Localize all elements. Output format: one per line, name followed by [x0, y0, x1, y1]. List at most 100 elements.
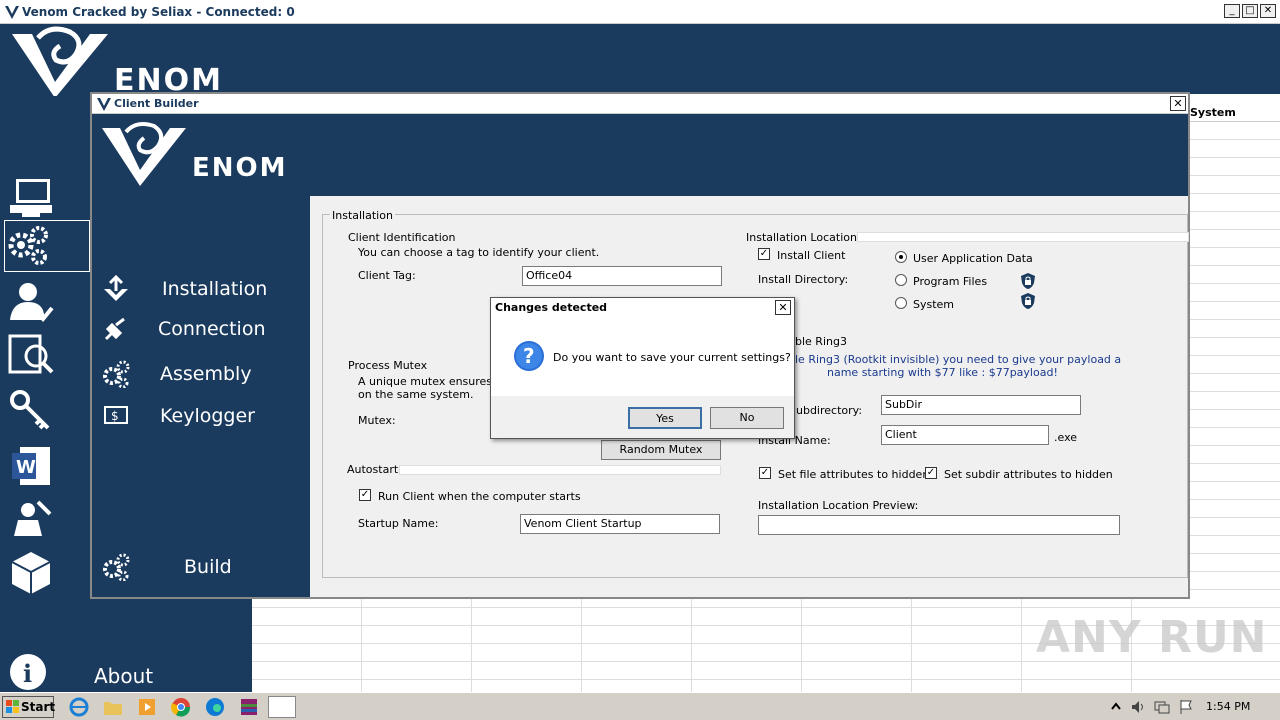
subdirectory-label: ubdirectory: [796, 404, 863, 417]
process-mutex-hint-2: on the same system. [358, 388, 474, 401]
autostart-heading: Autostart [347, 463, 399, 476]
dialog-title: Changes detected [491, 298, 794, 318]
nav-assembly[interactable]: Assembly [102, 359, 252, 389]
install-icon [104, 275, 128, 301]
client-tag-input[interactable]: Office04 [522, 266, 722, 286]
client-builder-nav [92, 196, 310, 597]
hide-file-checkbox[interactable]: ✓ [759, 467, 771, 479]
process-mutex-heading: Process Mutex [348, 359, 428, 372]
edge-icon[interactable] [204, 697, 226, 717]
gears-icon [103, 360, 130, 388]
installation-group-legend: Installation [330, 209, 395, 222]
internet-explorer-icon[interactable] [68, 697, 90, 717]
client-identification-heading: Client Identification [348, 231, 456, 244]
changes-detected-dialog: Changes detected ✕ ? Do you want to save… [490, 297, 795, 439]
close-button[interactable]: ✕ [1260, 4, 1276, 18]
word-document-icon[interactable]: W [8, 443, 54, 489]
dialog-no-button[interactable]: No [710, 407, 784, 429]
builder-nav-active[interactable] [4, 220, 90, 272]
nav-connection[interactable]: Connection [102, 314, 266, 344]
location-preview-field[interactable] [758, 515, 1120, 535]
installation-location-heading: Installation Location [746, 231, 857, 244]
keys-icon[interactable] [8, 388, 54, 434]
minimize-button[interactable]: _ [1224, 4, 1240, 18]
install-directory-label: Install Directory: [758, 273, 849, 286]
ring3-heading: ble Ring3 [795, 335, 847, 348]
subdirectory-input[interactable]: SubDir [881, 395, 1081, 415]
anyrun-watermark: ANY RUN [1036, 612, 1268, 663]
about-link[interactable]: About [94, 664, 153, 688]
maximize-button[interactable]: □ [1242, 4, 1258, 18]
client-builder-title: Client Builder [114, 97, 199, 110]
column-header-system[interactable]: System [1186, 104, 1280, 122]
venom-logo: ENOM [12, 26, 221, 96]
window-controls: _ □ ✕ [1224, 4, 1276, 18]
run-on-start-checkbox[interactable]: ✓ [359, 489, 371, 501]
windows-flag-icon [6, 700, 19, 713]
tray-expand-icon[interactable] [1110, 701, 1122, 713]
computer-icon[interactable] [8, 175, 54, 221]
start-button[interactable]: Start [2, 696, 56, 718]
shield-lock-icon [1021, 273, 1035, 289]
install-name-input[interactable]: Client [881, 425, 1049, 445]
client-identification-hint: You can choose a tag to identify your cl… [358, 246, 600, 259]
client-builder-titlebar: Client Builder ✕ [92, 94, 1188, 114]
media-player-icon[interactable] [136, 697, 158, 717]
radio-program-files-label: Program Files [913, 275, 988, 288]
plug-icon [104, 317, 125, 341]
radio-user-app-data[interactable] [895, 251, 907, 263]
client-tag-label: Client Tag: [358, 269, 416, 282]
nav-installation[interactable]: Installation [102, 274, 267, 304]
network-icon[interactable] [1154, 699, 1170, 715]
system-tray [1110, 695, 1280, 719]
hide-file-label: Set file attributes to hidden [778, 468, 930, 481]
volume-icon[interactable] [1130, 699, 1146, 715]
package-icon[interactable] [8, 548, 54, 594]
dialog-body: ? Do you want to save your current setti… [491, 318, 794, 396]
nav-keylogger[interactable]: $ Keylogger [102, 401, 255, 431]
chrome-icon[interactable] [170, 697, 192, 717]
radio-program-files[interactable] [895, 274, 907, 286]
run-on-start-label: Run Client when the computer starts [378, 490, 581, 503]
install-client-label: Install Client [777, 249, 846, 262]
install-client-checkbox[interactable]: ✓ [758, 248, 770, 260]
folder-icon[interactable] [102, 697, 124, 717]
svg-text:W: W [16, 457, 36, 478]
brand-text: ENOM [192, 153, 288, 183]
installation-location-divider [857, 232, 1189, 242]
client-builder-close-button[interactable]: ✕ [1170, 96, 1186, 111]
process-mutex-hint-1: A unique mutex ensures t [358, 375, 500, 388]
svg-text:?: ? [523, 344, 535, 368]
id-search-icon[interactable] [8, 332, 54, 378]
winrar-icon[interactable] [238, 697, 260, 717]
nav-build[interactable]: Build [102, 552, 232, 582]
gears-icon [103, 553, 130, 581]
radio-system[interactable] [895, 297, 907, 309]
location-preview-label: Installation Location Preview: [758, 499, 919, 512]
hide-subdir-checkbox[interactable]: ✓ [925, 467, 937, 479]
nav-assembly-label: Assembly [160, 363, 252, 385]
hide-subdir-label: Set subdir attributes to hidden [944, 468, 1113, 481]
nav-keylogger-label: Keylogger [160, 405, 255, 427]
taskbar-clock[interactable]: 1:54 PM [1206, 700, 1250, 713]
venom-logo: ENOM [102, 122, 288, 186]
svg-text:i: i [23, 659, 32, 688]
main-titlebar: Venom Cracked by Seliax - Connected: 0 _… [0, 0, 1280, 24]
action-center-flag-icon[interactable] [1178, 699, 1194, 715]
svg-text:$: $ [111, 409, 119, 423]
dialog-yes-button[interactable]: Yes [628, 407, 702, 429]
dialog-close-button[interactable]: ✕ [775, 300, 791, 315]
random-mutex-button[interactable]: Random Mutex [601, 440, 721, 460]
venom-logo-icon [5, 6, 19, 19]
startup-name-input[interactable]: Venom Client Startup [520, 514, 720, 534]
user-check-icon[interactable] [8, 280, 54, 326]
shield-lock-icon [1021, 293, 1035, 309]
nav-connection-label: Connection [158, 318, 266, 340]
venom-task-button[interactable] [268, 696, 296, 718]
admin-icon[interactable] [8, 496, 54, 542]
nav-installation-label: Installation [162, 278, 268, 300]
mutex-label: Mutex: [358, 414, 396, 427]
ring3-note-line2: name starting with $77 like : $77payload… [827, 366, 1058, 379]
start-label: Start [21, 700, 56, 714]
question-icon: ? [514, 341, 544, 371]
